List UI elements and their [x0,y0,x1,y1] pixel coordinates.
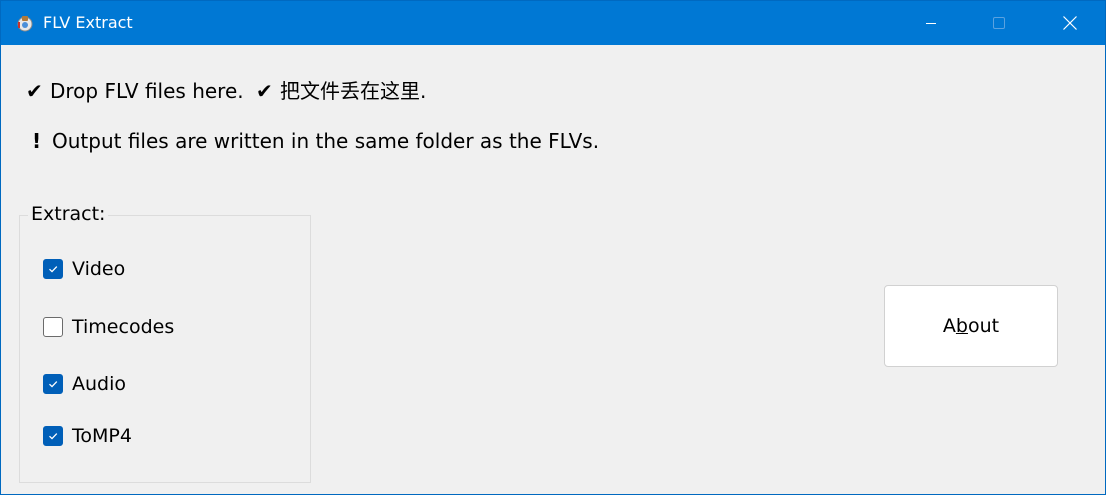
close-icon [1063,16,1077,30]
minimize-button[interactable] [896,1,966,45]
client-area: ✔ Drop FLV files here. ✔ 把文件丢在这里. ! Output … [1,45,1105,494]
checkbox-audio-box[interactable] [43,374,63,394]
checkmark-icon [49,433,58,440]
drop-text-zh: 把文件丢在这里. [279,79,427,103]
extract-group-legend: Extract: [28,202,109,226]
checkbox-tomp4-label[interactable]: ToMP4 [72,424,132,448]
checkbox-audio[interactable]: Audio [43,371,126,397]
checkbox-tomp4[interactable]: ToMP4 [43,423,132,449]
about-label-suffix: out [967,315,1000,337]
maximize-button[interactable] [964,1,1034,45]
checkmark-icon [49,381,58,388]
checkbox-tomp4-box[interactable] [43,426,63,446]
window-title: FLV Extract [43,13,133,32]
minimize-icon [926,23,936,24]
checkbox-audio-label[interactable]: Audio [72,372,126,396]
checkbox-video-box[interactable] [43,259,63,279]
checkbox-timecodes[interactable]: Timecodes [43,314,174,340]
maximize-icon [993,17,1005,29]
about-label-prefix: A [942,315,956,337]
check-mark-icon-zh: ✔ [255,79,273,103]
checkbox-video-label[interactable]: Video [72,257,125,281]
about-button[interactable]: Ab out [884,285,1058,367]
output-note: ! Output files are written in the same fo… [26,128,599,154]
check-mark-icon: ✔ [26,79,43,103]
drop-text-en: Drop FLV files here. [50,79,244,103]
checkbox-timecodes-label[interactable]: Timecodes [72,315,174,339]
output-note-text: Output files are written in the same fol… [52,129,600,153]
title-bar[interactable]: FLV Extract [1,1,1105,45]
checkmark-icon [49,266,58,273]
checkbox-timecodes-box[interactable] [43,317,63,337]
drop-instruction: ✔ Drop FLV files here. ✔ 把文件丢在这里. [26,78,426,104]
extract-groupbox: Extract: Video Timecodes Audio ToMP4 [19,202,311,483]
exclamation-icon: ! [32,129,42,153]
checkbox-video[interactable]: Video [43,256,125,282]
about-label-mnemonic: b [955,315,968,337]
app-window: FLV Extract ✔ Drop FLV files here. ✔ 把文件丢在… [0,0,1106,495]
close-button[interactable] [1035,1,1105,45]
app-icon [17,16,33,32]
